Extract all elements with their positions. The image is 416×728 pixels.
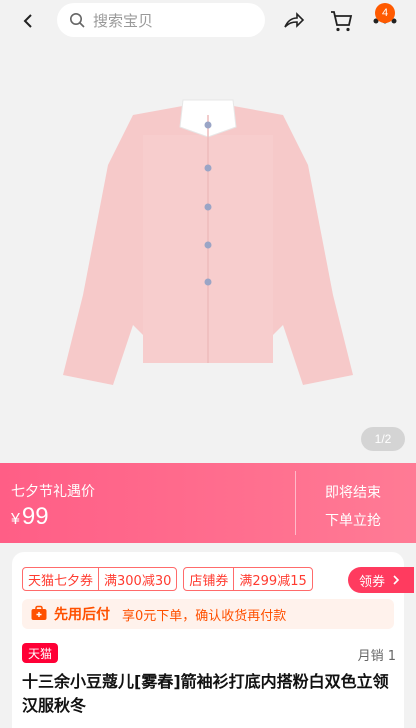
monthly-sales: 月销 1 [357, 649, 396, 664]
coupon-list: 天猫七夕券 满300减30 店铺券 满299减15 [22, 567, 319, 591]
price-value: 99 [21, 503, 49, 530]
search-icon [70, 13, 85, 28]
promo-banner: 七夕节礼遇价 ¥99 即将结束 下单立抢 [0, 463, 416, 543]
claim-coupon-button[interactable]: 领券 [348, 567, 414, 593]
coupon-tmall[interactable]: 天猫七夕券 满300减30 [22, 567, 178, 591]
share-icon [284, 12, 305, 28]
coupon-name: 天猫七夕券 [28, 573, 94, 589]
product-info-card: 天猫七夕券 满300减30 店铺券 满299减15 领券 先用后付 享0元下单，… [12, 552, 414, 728]
share-button[interactable] [281, 9, 305, 33]
back-button[interactable] [17, 9, 41, 33]
cart-icon [331, 11, 353, 32]
promo-divider [295, 471, 296, 535]
promo-buy-link[interactable]: 下单立抢 [325, 510, 381, 530]
product-title: 十三余小豆蔻儿[雾春]箭袖衫打底内搭粉白双色立领汉服秋冬 [22, 672, 389, 715]
currency-symbol: ¥ [11, 511, 20, 528]
search-placeholder: 搜索宝贝 [93, 11, 154, 30]
image-pager: 1/2 [361, 427, 405, 451]
cart-count-badge: 4 [375, 3, 395, 23]
product-image [63, 99, 353, 385]
chevron-right-icon [393, 575, 400, 585]
tmall-badge: 天猫 [22, 643, 59, 663]
coupon-value: 满299减15 [233, 568, 311, 590]
cart-button[interactable] [328, 8, 354, 34]
coupon-value: 满300减30 [98, 568, 176, 590]
pay-later-desc: 享0元下单，确认收货再付款 [122, 608, 287, 624]
search-input[interactable]: 搜索宝贝 [57, 3, 265, 37]
pay-later-title: 先用后付 [54, 607, 110, 623]
promo-ends: 即将结束 [325, 485, 381, 501]
pay-later-icon [31, 605, 47, 620]
product-gallery[interactable]: 1/2 [0, 0, 416, 463]
coupon-name: 店铺券 [189, 573, 229, 589]
product-page: 1/2 搜索宝贝 4 七夕节礼遇价 ¥99 即将结束 下单立抢 天猫七夕券 满3… [0, 0, 416, 728]
promo-price: ¥99 [11, 503, 49, 531]
coupon-store[interactable]: 店铺券 满299减15 [183, 567, 313, 591]
pay-later-bar[interactable]: 先用后付 享0元下单，确认收货再付款 [22, 599, 394, 629]
top-bar: 搜索宝贝 4 [0, 0, 416, 44]
claim-coupon-label: 领券 [359, 574, 386, 590]
chevron-left-icon [23, 14, 32, 28]
promo-label: 七夕节礼遇价 [11, 484, 95, 500]
